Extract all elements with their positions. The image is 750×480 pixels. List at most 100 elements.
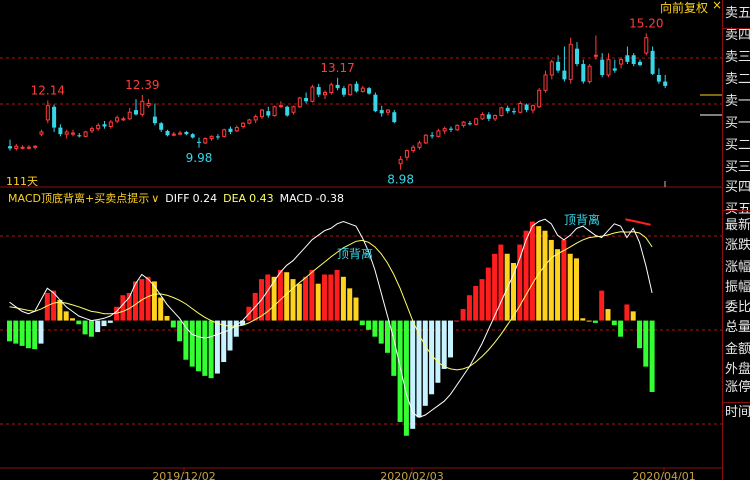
- macd-histogram-bar: [378, 320, 384, 344]
- macd-histogram-bar: [227, 320, 233, 351]
- candle-body: [638, 61, 642, 66]
- candle-body: [134, 110, 138, 115]
- macd-histogram-bar: [145, 276, 151, 321]
- candle-body: [115, 117, 120, 122]
- macd-histogram-bar: [441, 320, 447, 369]
- candle-body: [8, 146, 12, 149]
- candle-body: [291, 106, 296, 113]
- macd-histogram-bar: [359, 320, 365, 326]
- candle-body: [436, 130, 441, 137]
- candle-body: [121, 118, 126, 121]
- macd-histogram-bar: [189, 320, 195, 367]
- macd-histogram-bar: [372, 320, 378, 337]
- candle-body: [241, 122, 246, 127]
- macd-histogram-bar: [366, 320, 372, 330]
- candle-body: [178, 132, 183, 135]
- candle-body: [512, 111, 516, 113]
- macd-histogram-bar: [548, 239, 554, 321]
- candle-body: [486, 114, 491, 119]
- candle-body: [631, 55, 636, 65]
- candle-body: [449, 128, 453, 130]
- macd-histogram-bar: [164, 315, 170, 321]
- quote-panel-row: 买四: [725, 180, 750, 195]
- macd-histogram-bar: [448, 320, 453, 358]
- macd-histogram-bar: [303, 276, 309, 321]
- macd-histogram-bar: [290, 279, 296, 321]
- candle-body: [165, 130, 170, 136]
- macd-histogram-bar: [649, 320, 655, 392]
- quote-panel-row: 卖三: [725, 50, 750, 65]
- candle-body: [304, 98, 309, 102]
- price-annotation-label: 12.39: [125, 78, 159, 92]
- candle-body: [96, 124, 101, 130]
- restore-price-button[interactable]: 向前复权: [660, 0, 708, 16]
- quote-panel-row: 委比: [725, 300, 750, 315]
- macd-histogram-bar: [265, 274, 271, 321]
- macd-histogram-bar: [82, 320, 88, 335]
- candle-body: [411, 146, 416, 152]
- candle-body: [417, 142, 422, 148]
- candle-body: [285, 106, 290, 116]
- candle-body: [593, 54, 598, 57]
- candle-body: [222, 129, 227, 137]
- macd-histogram-bar: [25, 320, 31, 349]
- candle-body: [575, 48, 579, 65]
- quote-panel-row: 涨幅: [725, 260, 750, 275]
- macd-histogram-bar: [158, 297, 164, 321]
- candle-body: [524, 104, 529, 111]
- candle-body: [442, 128, 447, 132]
- macd-histogram-bar: [485, 267, 491, 321]
- macd-histogram-bar: [397, 320, 403, 422]
- macd-histogram-bar: [624, 304, 630, 321]
- quote-panel-row: 卖二: [725, 72, 750, 87]
- candle-body: [102, 124, 107, 127]
- macd-histogram-bar: [151, 281, 157, 321]
- candle-body: [663, 81, 668, 86]
- candle-body: [581, 64, 586, 82]
- macd-histogram-bar: [183, 320, 189, 360]
- dea-label: DEA: [223, 192, 247, 205]
- macd-histogram-bar: [567, 253, 573, 321]
- chart-area: 12.14 12.3913.1715.209.988.98 顶背离顶背离 2019…: [0, 16, 722, 480]
- macd-histogram-bar: [422, 320, 428, 406]
- candle-body: [600, 59, 605, 75]
- macd-histogram-bar: [76, 320, 82, 325]
- macd-label: MACD: [279, 192, 313, 205]
- indicator-name[interactable]: MACD顶底背离+买卖点提示: [8, 191, 149, 207]
- chevron-down-icon[interactable]: ∨: [151, 191, 159, 207]
- candle-body: [234, 127, 239, 132]
- quote-panel-row: 最新: [725, 218, 750, 233]
- macd-histogram-bar: [38, 320, 44, 344]
- macd-histogram-bar: [605, 309, 611, 321]
- macd-histogram-bar: [385, 320, 390, 353]
- macd-histogram-bar: [574, 258, 579, 321]
- macd-histogram-bar: [221, 320, 227, 363]
- candle-body: [297, 97, 302, 108]
- price-annotation-label: 9.98: [186, 151, 213, 165]
- macd-histogram-bar: [592, 320, 598, 323]
- dea-value: 0.43: [249, 192, 274, 205]
- candle-body: [373, 94, 378, 112]
- candle-body: [543, 74, 548, 91]
- candle-body: [537, 89, 542, 108]
- quote-panel-separator: [723, 210, 750, 211]
- candle-body: [348, 84, 353, 96]
- macd-histogram-bar: [202, 320, 208, 376]
- macd-histogram-bar: [296, 283, 302, 321]
- price-annotation-label: 12.14: [31, 83, 65, 97]
- candle-body: [89, 128, 94, 132]
- candle-body: [587, 65, 592, 83]
- candle-body: [480, 113, 485, 120]
- close-icon[interactable]: ×: [712, 0, 722, 12]
- divergence-line: [625, 218, 651, 226]
- candle-body: [505, 107, 510, 112]
- macd-histogram-bar: [435, 320, 441, 383]
- quote-panel: 卖五 卖四 卖三 卖二 卖一 买一 买二 买三 买四 买五 最新 涨跌 涨幅 振幅 委比 总量 金额 外盘 涨停 时间: [722, 0, 750, 480]
- candle-body: [146, 102, 151, 107]
- macd-histogram-bar: [630, 311, 636, 321]
- candle-body: [335, 84, 340, 89]
- candle-body: [556, 61, 561, 71]
- macd-histogram-bar: [460, 309, 466, 321]
- candle-body: [379, 110, 384, 114]
- candlestick-series: [8, 33, 668, 170]
